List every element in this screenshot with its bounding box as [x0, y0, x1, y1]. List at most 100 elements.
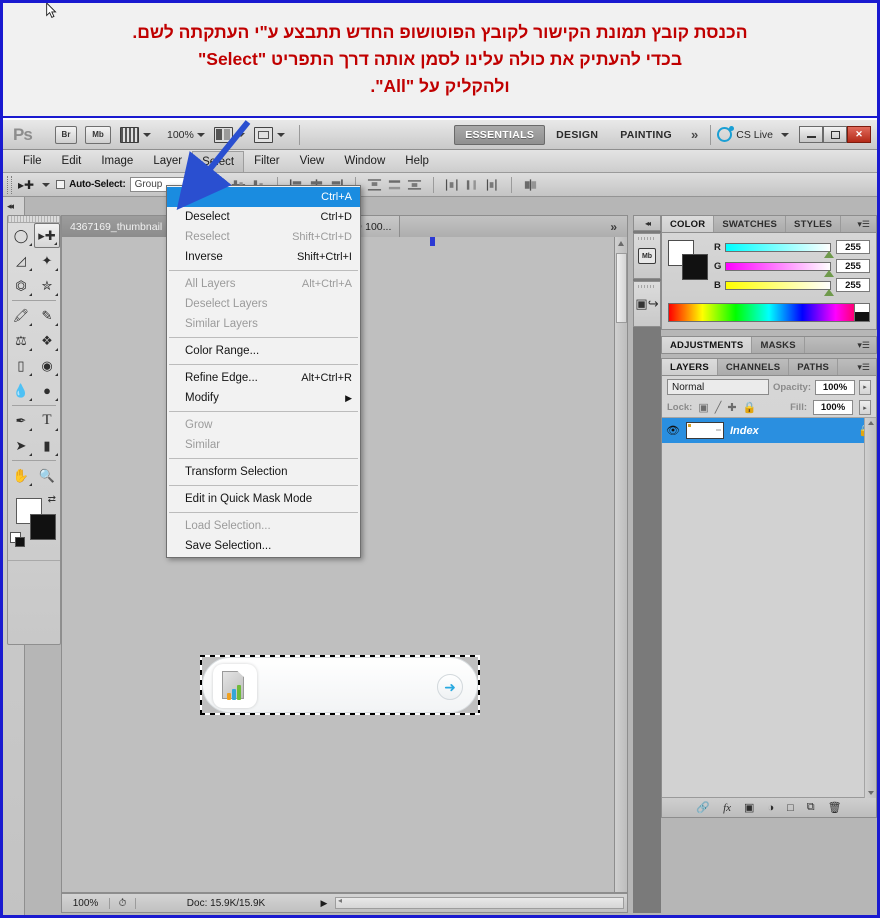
layer-row-index[interactable]: 👁 Index 🔒 — [662, 418, 876, 443]
active-tool-preset[interactable]: ▸✚ — [18, 178, 51, 192]
options-bar-grip[interactable] — [7, 175, 12, 194]
tab-adjustments[interactable]: ADJUSTMENTS — [662, 337, 753, 353]
tool-lasso[interactable]: ◿ — [8, 248, 34, 273]
distribute-left-edges-icon[interactable] — [445, 178, 460, 192]
slider-r[interactable] — [725, 242, 834, 258]
background-swatch[interactable] — [682, 254, 708, 280]
fill-stepper[interactable]: ▸ — [859, 400, 871, 415]
tab-paths[interactable]: PATHS — [789, 359, 839, 375]
minimize-button[interactable] — [799, 126, 823, 143]
scroll-up-icon[interactable] — [618, 241, 624, 246]
menu-item-all[interactable]: All Ctrl+A — [167, 187, 360, 207]
tool-type[interactable]: T — [34, 408, 60, 433]
layer-visibility-eye-icon[interactable]: 👁 — [666, 424, 680, 437]
background-color-swatch[interactable] — [30, 514, 56, 540]
tool-blur[interactable]: 💧 — [8, 378, 34, 403]
tool-spot-healing-brush[interactable]: 🖍 — [8, 303, 34, 328]
tool-paint-bucket[interactable]: ◉ — [34, 353, 60, 378]
layer-name[interactable]: Index — [730, 425, 759, 437]
tool-dodge[interactable]: ● — [34, 378, 60, 403]
default-colors-icon[interactable] — [10, 532, 25, 547]
app-zoom-level[interactable]: 100% — [167, 129, 194, 141]
workspace-painting[interactable]: PAINTING — [609, 129, 683, 141]
layer-style-fx-icon[interactable]: fx — [723, 802, 731, 814]
arrange-documents-button[interactable] — [213, 126, 245, 143]
distribute-right-edges-icon[interactable] — [485, 178, 500, 192]
expand-dock-icon[interactable]: ◂◂ — [633, 215, 661, 231]
scroll-thumb[interactable] — [616, 253, 627, 323]
delete-layer-icon[interactable]: 🗑 — [828, 801, 842, 814]
tool-eraser[interactable]: ▯ — [8, 353, 34, 378]
lock-image-pixels-icon[interactable]: ╱ — [715, 401, 722, 414]
value-b[interactable]: 255 — [836, 278, 870, 292]
distribute-horizontal-centers-icon[interactable] — [465, 178, 480, 192]
fill-value[interactable]: 100% — [813, 400, 853, 415]
opacity-value[interactable]: 100% — [815, 379, 855, 395]
new-group-icon[interactable]: □ — [787, 802, 794, 814]
menu-item-inverse[interactable]: Inverse Shift+Ctrl+I — [167, 247, 360, 267]
swap-colors-icon[interactable]: ⇄ — [48, 494, 56, 505]
status-horizontal-scrollbar[interactable] — [335, 896, 624, 909]
menu-filter[interactable]: Filter — [244, 152, 290, 170]
tool-brush[interactable]: ✎ — [34, 303, 60, 328]
workspace-design[interactable]: DESIGN — [545, 129, 609, 141]
tool-history-brush[interactable]: ❖ — [34, 328, 60, 353]
restore-button[interactable] — [823, 126, 847, 143]
tool-eyedropper[interactable]: ✮ — [34, 273, 60, 298]
adjustment-layer-icon[interactable]: ◑ — [767, 802, 774, 814]
tab-channels[interactable]: CHANNELS — [718, 359, 790, 375]
tool-path-selection[interactable]: ➤ — [8, 433, 34, 458]
cs-live-button[interactable]: CS Live — [717, 126, 789, 142]
link-layers-icon[interactable]: 🔗 — [696, 801, 710, 814]
menu-item-edit-in-quick-mask-mode[interactable]: Edit in Quick Mask Mode — [167, 489, 360, 509]
tool-hand[interactable]: ✋ — [8, 463, 34, 488]
select-menu-dropdown[interactable]: All Ctrl+A Deselect Ctrl+D Reselect Shif… — [166, 185, 361, 558]
tab-layers[interactable]: LAYERS — [662, 359, 718, 375]
menu-help[interactable]: Help — [395, 152, 439, 170]
layer-mask-icon[interactable]: ▣ — [744, 801, 754, 814]
bridge-button[interactable]: Br — [55, 125, 77, 144]
menu-image[interactable]: Image — [91, 152, 143, 170]
distribute-top-edges-icon[interactable] — [367, 178, 382, 192]
view-extras-button[interactable] — [120, 126, 151, 143]
color-panel-menu-icon[interactable]: ▾☰ — [851, 216, 876, 232]
tab-styles[interactable]: STYLES — [786, 216, 842, 232]
menu-view[interactable]: View — [290, 152, 335, 170]
tool-zoom[interactable]: 🔍 — [34, 463, 60, 488]
status-menu-arrow-icon[interactable]: ▶ — [316, 898, 332, 909]
color-spectrum-ramp[interactable] — [668, 303, 870, 322]
tool-crop[interactable]: ⏣ — [8, 273, 34, 298]
menu-file[interactable]: File — [13, 152, 52, 170]
zoom-chevron-down-icon[interactable] — [196, 132, 205, 137]
distribute-vertical-centers-icon[interactable] — [387, 178, 402, 192]
tool-clone-stamp[interactable]: ⚖ — [8, 328, 34, 353]
tab-swatches[interactable]: SWATCHES — [714, 216, 787, 232]
color-panel-swatches[interactable] — [668, 240, 710, 282]
mini-bridge-button[interactable]: Mb — [85, 125, 111, 144]
lock-transparent-pixels-icon[interactable]: ▣ — [698, 401, 708, 414]
tool-rectangle[interactable]: ▮ — [34, 433, 60, 458]
lock-position-icon[interactable]: ✚ — [727, 401, 736, 414]
opacity-stepper[interactable]: ▸ — [859, 379, 871, 395]
slider-b[interactable] — [725, 280, 834, 296]
layers-vertical-scrollbar[interactable] — [864, 418, 876, 798]
doc-tab-0[interactable]: 4367169_thumbnail — [62, 216, 172, 237]
screen-mode-button[interactable] — [253, 126, 285, 143]
distribute-bottom-edges-icon[interactable] — [407, 178, 422, 192]
workspace-essentials[interactable]: ESSENTIALS — [454, 124, 546, 145]
tool-move[interactable]: ▸✚ — [34, 223, 60, 248]
auto-select-checkbox[interactable] — [56, 180, 66, 189]
new-layer-icon[interactable]: ⧉ — [807, 801, 815, 814]
collapse-rail-icon[interactable]: ◂◂ — [7, 201, 14, 212]
lock-all-icon[interactable]: 🔒 — [743, 401, 757, 414]
layers-list[interactable]: 👁 Index 🔒 — [662, 417, 876, 798]
dock-item-mini-bridge[interactable]: Mb — [633, 233, 661, 279]
menu-select[interactable]: Select — [192, 150, 245, 172]
canvas-vertical-scrollbar[interactable] — [614, 237, 627, 892]
adjustments-panel-menu-icon[interactable]: ▾☰ — [851, 337, 876, 353]
value-g[interactable]: 255 — [836, 259, 870, 273]
menu-layer[interactable]: Layer — [143, 152, 192, 170]
auto-align-layers-icon[interactable] — [523, 178, 538, 192]
menu-item-transform-selection[interactable]: Transform Selection — [167, 462, 360, 482]
workspace-more-button[interactable]: » — [683, 127, 706, 142]
